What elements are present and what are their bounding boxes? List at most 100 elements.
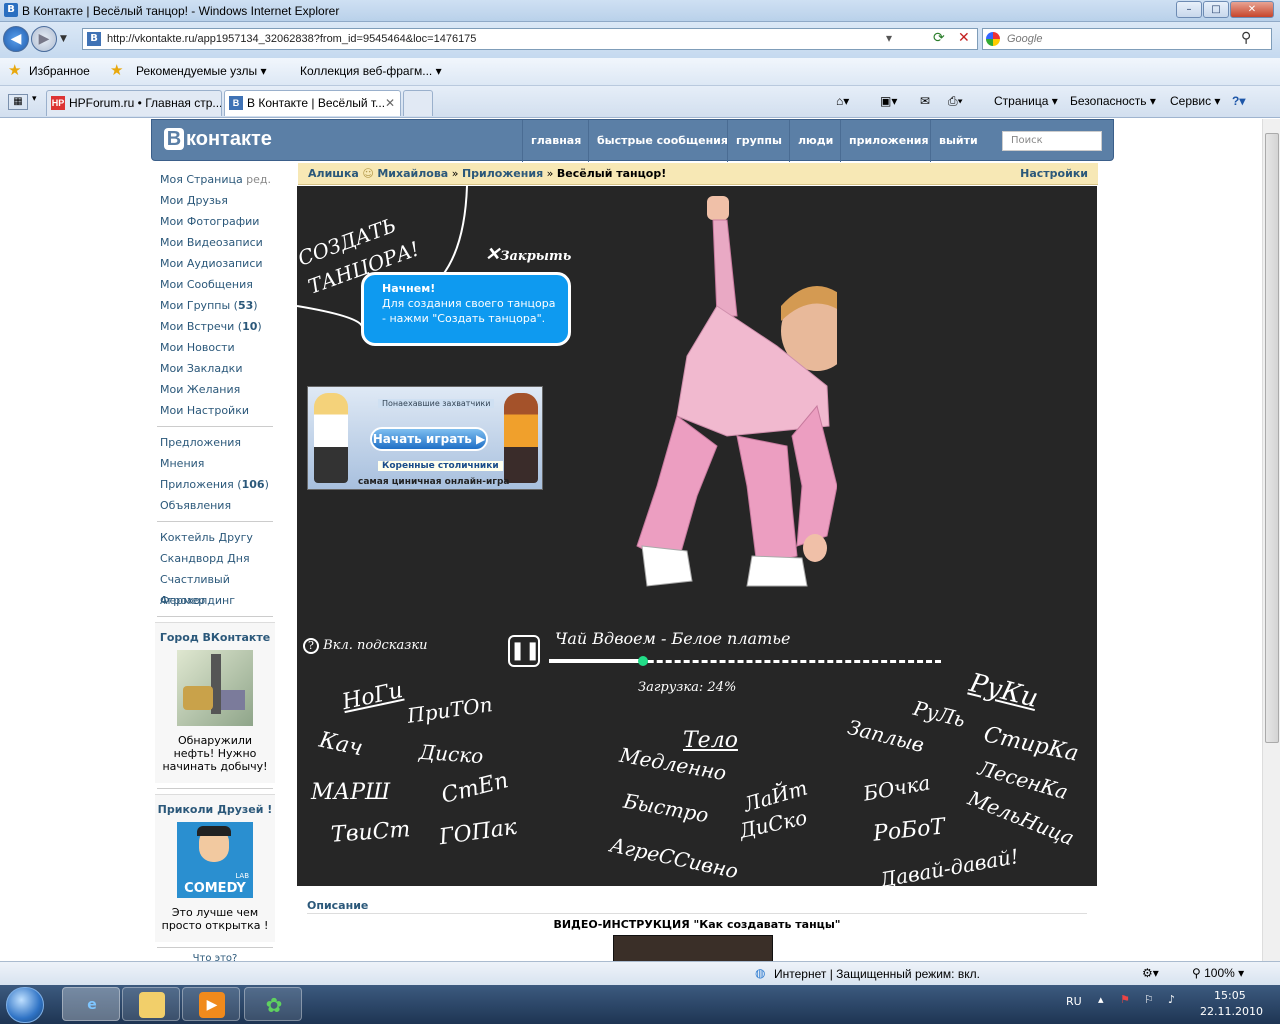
sidebar-item[interactable]: Мои Группы (53) xyxy=(155,295,275,316)
nav-logout[interactable]: выйти xyxy=(930,120,986,162)
sidebar-item[interactable]: Приложения (106) xyxy=(155,474,275,495)
address-field[interactable]: B http://vkontakte.ru/app1957134_3206283… xyxy=(82,28,978,50)
tools-menu[interactable]: Сервис ▾ xyxy=(1170,94,1220,108)
close-window-button[interactable]: ✕ xyxy=(1230,1,1274,18)
clock-date[interactable]: 22.11.2010 xyxy=(1200,1005,1263,1018)
sidebar-item[interactable]: Мои Сообщения xyxy=(155,274,275,295)
scrollbar-thumb[interactable] xyxy=(1265,133,1279,743)
breadcrumb-user-surname[interactable]: Михайлова xyxy=(377,167,448,180)
maximize-button[interactable]: □ xyxy=(1203,1,1229,18)
sidebar-item[interactable]: Мнения xyxy=(155,453,275,474)
sidebar-item[interactable]: Мои Настройки xyxy=(155,400,275,421)
game-ad-banner[interactable]: Понаехавшие захватчики Начать играть ▶ К… xyxy=(307,386,543,490)
taskbar-ie[interactable]: e xyxy=(62,987,120,1021)
print-icon[interactable]: ⎙▾ xyxy=(948,94,963,109)
volume-icon[interactable]: ♪ xyxy=(1168,993,1175,1006)
tray-arrow-icon[interactable]: ▴ xyxy=(1098,993,1104,1006)
comedy-lab-image[interactable]: COMEDY LAB xyxy=(177,822,253,898)
breadcrumb-user[interactable]: Алишка xyxy=(308,167,359,180)
search-icon[interactable]: ⚲ xyxy=(1241,30,1251,46)
back-button[interactable]: ◀ xyxy=(3,26,29,52)
nav-home[interactable]: главная xyxy=(522,120,589,162)
protected-mode-icon[interactable]: ⚙▾ xyxy=(1142,966,1159,980)
favorites-button[interactable]: Избранное xyxy=(29,64,90,78)
zoom-control[interactable]: ⚲ 100% ▾ xyxy=(1192,966,1244,980)
add-favorite-icon[interactable]: ★ xyxy=(110,61,123,79)
hints-toggle[interactable]: ? Вкл. подсказки xyxy=(303,638,427,654)
safety-menu[interactable]: Безопасность ▾ xyxy=(1070,94,1156,108)
nav-apps[interactable]: приложения xyxy=(840,120,937,162)
taskbar-media-player[interactable]: ▶ xyxy=(182,987,240,1021)
sidebar-item[interactable]: Коктейль Другу xyxy=(155,527,275,548)
nav-messages[interactable]: быстрые сообщения xyxy=(588,120,736,162)
sidebar-item[interactable]: Моя Страница ред. xyxy=(155,169,275,190)
what-is-this-link[interactable]: Что это? xyxy=(155,953,275,961)
sidebar-item[interactable]: Мои Новости xyxy=(155,337,275,358)
sidebar-item[interactable]: Мои Желания xyxy=(155,379,275,400)
pause-button[interactable]: ❚❚ xyxy=(508,635,540,667)
fav-suggested-sites[interactable]: Рекомендуемые узлы ▾ xyxy=(136,64,267,78)
page-menu[interactable]: Страница ▾ xyxy=(994,94,1058,108)
search-box[interactable]: Google ⚲ xyxy=(982,28,1272,50)
network-warning-icon[interactable]: ⚑ xyxy=(1120,993,1130,1006)
vk-search-input[interactable]: Поиск xyxy=(1002,131,1102,151)
taskbar-icq[interactable]: ✿ xyxy=(244,987,302,1021)
sidebar-item[interactable]: Мои Фотографии xyxy=(155,211,275,232)
stop-icon[interactable]: ✕ xyxy=(958,30,970,46)
address-dropdown-icon[interactable]: ▾ xyxy=(886,31,902,45)
app-settings-link[interactable]: Настройки xyxy=(1020,163,1088,184)
quick-tabs-icon[interactable]: ▦ xyxy=(8,94,28,110)
search-placeholder: Google xyxy=(1007,33,1043,45)
nav-people[interactable]: люди xyxy=(789,120,841,162)
sidebar-item[interactable]: Счастливый Фермер xyxy=(155,569,275,607)
nav-groups[interactable]: группы xyxy=(727,120,790,162)
ad-character-left xyxy=(314,393,348,483)
sidebar-item[interactable]: Скандворд Дня xyxy=(155,548,275,569)
loading-progress-knob[interactable] xyxy=(638,656,648,666)
edit-link[interactable]: ред. xyxy=(246,169,271,190)
tab-vkontakte[interactable]: B В Контакте | Весёлый т... ✕ xyxy=(224,90,401,116)
new-tab-button[interactable] xyxy=(403,90,433,116)
dancer-game-canvas[interactable]: СОЗДАТЬ ТАНЦОРА! ✕Закрыть Начнем! Для со… xyxy=(297,186,1097,886)
action-center-icon[interactable]: ⚐ xyxy=(1144,993,1154,1006)
promo-city[interactable]: Город ВКонтакте Обнаружили нефть! Нужно … xyxy=(155,622,275,783)
vertical-scrollbar[interactable] xyxy=(1262,119,1280,961)
history-dropdown-icon[interactable]: ▼ xyxy=(60,34,67,44)
sidebar-item[interactable]: Предложения xyxy=(155,432,275,453)
breadcrumb-apps[interactable]: Приложения xyxy=(462,167,543,180)
forward-button[interactable]: ▶ xyxy=(31,26,57,52)
start-button[interactable] xyxy=(6,987,44,1023)
sidebar-item[interactable]: Мои Встречи (10) xyxy=(155,316,275,337)
tab-list-icon[interactable]: ▾ xyxy=(32,94,37,104)
close-tab-icon[interactable]: ✕ xyxy=(385,91,395,115)
sidebar-item[interactable]: Мои Видеозаписи xyxy=(155,232,275,253)
taskbar-explorer[interactable] xyxy=(122,987,180,1021)
move-disco-legs[interactable]: Диско xyxy=(418,740,484,768)
sidebar-item[interactable]: Агрохолдинг xyxy=(155,590,275,611)
feeds-icon[interactable]: ▣▾ xyxy=(880,94,897,108)
minimize-button[interactable]: – xyxy=(1176,1,1202,18)
start-playing-button[interactable]: Начать играть ▶ xyxy=(370,427,488,451)
video-thumbnail[interactable] xyxy=(613,935,773,961)
mail-icon[interactable]: ✉ xyxy=(920,94,930,108)
home-icon[interactable]: ⌂▾ xyxy=(836,94,849,108)
close-hint-button[interactable]: ✕Закрыть xyxy=(485,244,571,265)
clock-time[interactable]: 15:05 xyxy=(1214,989,1246,1002)
promo-title[interactable]: Город ВКонтакте xyxy=(157,631,273,644)
question-icon: ? xyxy=(303,638,319,654)
promo-title[interactable]: Приколи Друзей ! xyxy=(157,803,273,816)
promo-comedy[interactable]: Приколи Друзей ! COMEDY LAB Это лучше че… xyxy=(155,794,275,942)
vk-logo[interactable]: Bконтакте xyxy=(164,128,272,151)
sidebar-item[interactable]: Мои Друзья xyxy=(155,190,275,211)
sidebar-item[interactable]: Мои Аудиозаписи xyxy=(155,253,275,274)
fav-web-slices[interactable]: Коллекция веб-фрагм... ▾ xyxy=(300,64,442,78)
help-icon[interactable]: ?▾ xyxy=(1232,94,1245,108)
language-indicator[interactable]: RU xyxy=(1066,995,1082,1008)
tab-hpforum[interactable]: HP HPForum.ru • Главная стр... xyxy=(46,90,222,116)
move-march[interactable]: МАРШ xyxy=(311,780,390,805)
sidebar-item[interactable]: Объявления xyxy=(155,495,275,516)
security-zone-text[interactable]: Интернет | Защищенный режим: вкл. xyxy=(774,967,980,981)
sidebar-item[interactable]: Мои Закладки xyxy=(155,358,275,379)
oil-derrick-image[interactable] xyxy=(177,650,253,726)
refresh-icon[interactable]: ⟳ xyxy=(933,30,945,46)
